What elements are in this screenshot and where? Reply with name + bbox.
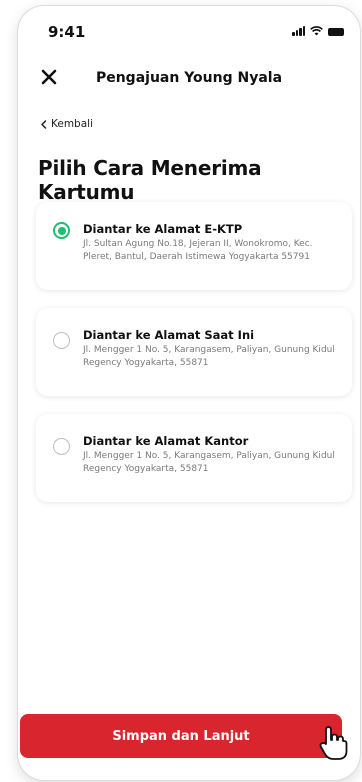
app-header: Pengajuan Young Nyala — [18, 58, 360, 98]
radio-button[interactable] — [53, 332, 70, 349]
status-icons — [292, 26, 344, 36]
status-time: 9:41 — [48, 23, 86, 41]
signal-icon — [292, 26, 305, 36]
header-title: Pengajuan Young Nyala — [95, 70, 283, 86]
wifi-icon — [310, 26, 323, 36]
phone-frame: 9:41 Pengajuan Young Nyala Kembali Pilih… — [18, 6, 360, 780]
back-link[interactable]: Kembali — [40, 118, 93, 130]
radio-button[interactable] — [53, 438, 70, 455]
option-title: Diantar ke Alamat Kantor — [83, 434, 249, 448]
chevron-left-icon — [41, 119, 47, 129]
option-address: Jl. Mengger 1 No. 5, Karangasem, Paliyan… — [83, 345, 335, 368]
submit-label: Simpan dan Lanjut — [112, 728, 250, 744]
submit-button[interactable]: Simpan dan Lanjut — [20, 714, 342, 758]
option-title: Diantar ke Alamat Saat Ini — [83, 328, 255, 342]
option-title: Diantar ke Alamat E-KTP — [83, 222, 243, 236]
radio-button-selected[interactable] — [53, 222, 70, 239]
option-card-ektp[interactable]: Diantar ke Alamat E-KTP Jl. Sultan Agung… — [36, 202, 352, 290]
battery-icon — [328, 28, 344, 36]
status-bar: 9:41 — [18, 6, 360, 50]
page-title: Pilih Cara Menerima Kartumu — [38, 156, 262, 204]
back-label: Kembali — [51, 118, 93, 130]
hand-pointer-icon — [319, 726, 348, 760]
option-address: Jl. Mengger 1 No. 5, Karangasem, Paliyan… — [83, 451, 335, 474]
option-card-office-address[interactable]: Diantar ke Alamat Kantor Jl. Mengger 1 N… — [36, 414, 352, 502]
option-address: Jl. Sultan Agung No.18, Jejeran II, Wono… — [83, 239, 313, 262]
option-card-current-address[interactable]: Diantar ke Alamat Saat Ini Jl. Mengger 1… — [36, 308, 352, 396]
